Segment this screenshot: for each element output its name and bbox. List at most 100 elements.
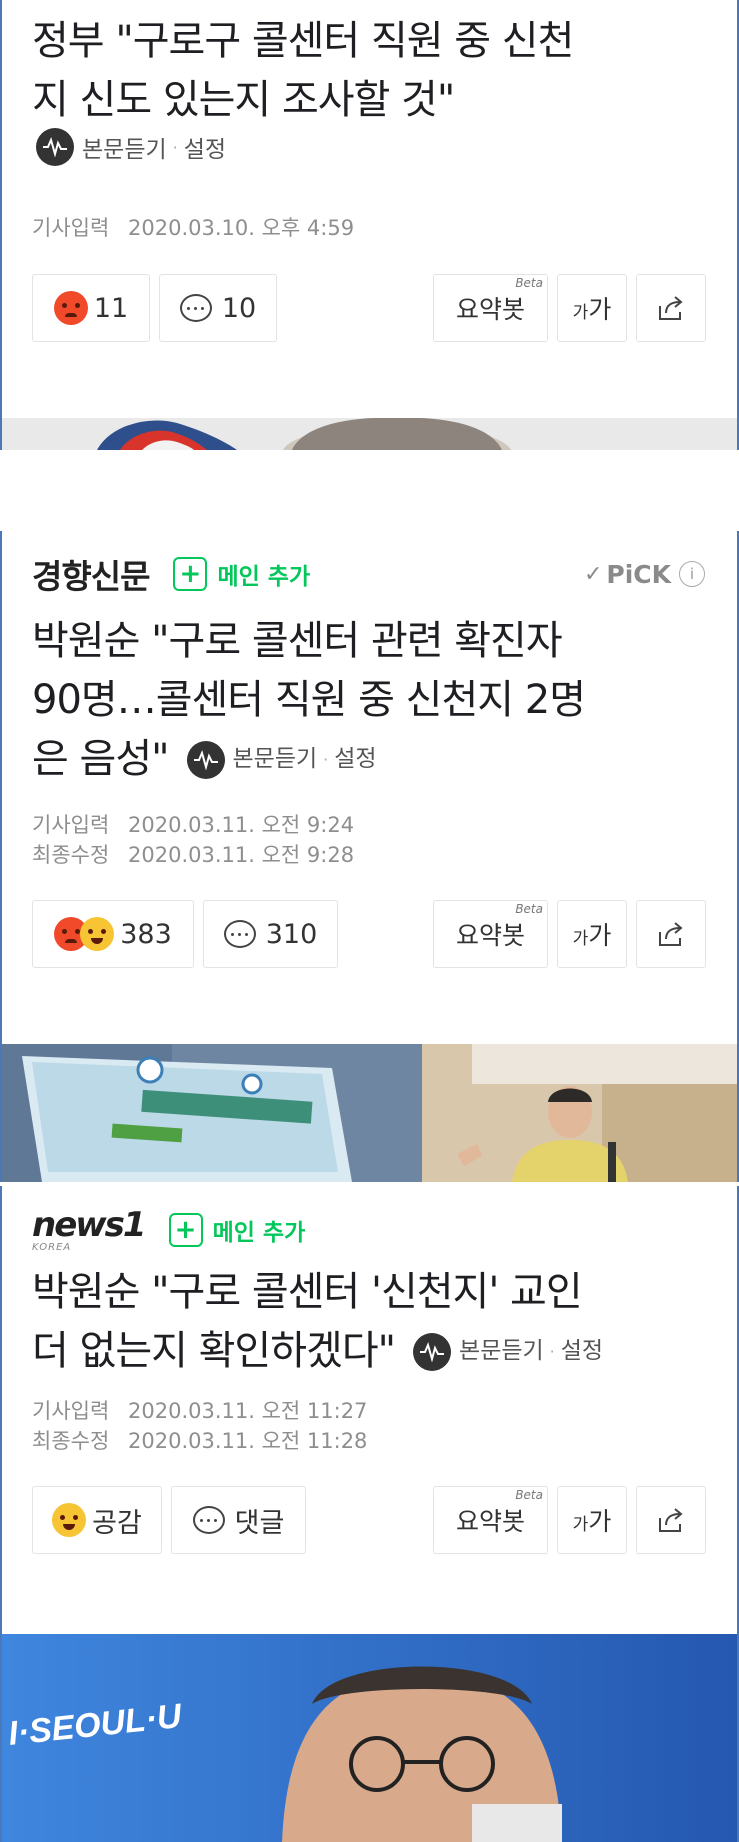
font-size-button[interactable]: 가가 [557, 900, 627, 968]
tts-icon [36, 128, 74, 166]
angry-emoji-icon [53, 291, 88, 325]
article-toolbar: 11 10 요약봇 Beta 가가 [32, 274, 706, 342]
check-icon: ✓ [583, 561, 603, 587]
font-size-button[interactable]: 가가 [557, 274, 627, 342]
subscribe-label: 메인 추가 [212, 1220, 306, 1246]
font-size-label: 가가 [572, 295, 612, 324]
headline-line: 더 없는지 확인하겠다" [32, 1328, 396, 1374]
font-size-button[interactable]: 가가 [557, 1486, 627, 1554]
article-card-3: news1 KOREA + 메인 추가 박원순 "구로 콜센터 '신천지' 교인… [0, 1186, 739, 1842]
date-label: 기사입력 [32, 216, 110, 240]
article-dates: 기사입력 2020.03.11. 오전 11:27 최종수정 2020.03.11.… [32, 1396, 367, 1456]
date-label: 최종수정 [32, 843, 110, 867]
article-card-2: 경향신문 + 메인 추가 ✓ PiCK i 박원순 "구로 콜센터 관련 확진자… [0, 531, 739, 1182]
separator-dot: · [323, 750, 329, 769]
font-size-label: 가가 [572, 921, 612, 950]
article-photo[interactable] [2, 418, 737, 450]
comment-icon [192, 1506, 225, 1534]
happy-emoji-icon [80, 917, 115, 951]
font-size-label: 가가 [572, 1507, 612, 1536]
share-icon [659, 1508, 683, 1532]
comment-label: 댓글 [234, 1507, 285, 1539]
press-logo-sub: KOREA [32, 1241, 72, 1253]
share-button[interactable] [636, 274, 706, 342]
beta-badge: Beta [515, 1488, 543, 1502]
summary-bot-button[interactable]: 요약봇 Beta [433, 274, 548, 342]
comment-button[interactable]: 310 [203, 900, 338, 968]
reaction-count: 11 [93, 292, 129, 324]
info-icon[interactable]: i [679, 561, 705, 587]
separator-dot: · [172, 137, 178, 157]
article-dates: 기사입력 2020.03.10. 오후 4:59 [32, 213, 354, 243]
summary-bot-button[interactable]: 요약봇 Beta [433, 900, 548, 968]
pick-badge: ✓ PiCK i [584, 560, 705, 589]
beta-badge: Beta [515, 902, 543, 916]
share-button[interactable] [636, 900, 706, 968]
share-icon [659, 296, 683, 320]
reaction-button[interactable]: 11 [32, 274, 150, 342]
tts-control[interactable]: 본문듣기 · 설정 [36, 128, 226, 166]
date-label: 기사입력 [32, 813, 110, 837]
comment-count: 10 [221, 292, 257, 324]
settings-link[interactable]: 설정 [561, 1322, 603, 1381]
happy-emoji-icon [52, 1503, 87, 1537]
article-toolbar: 383 310 요약봇 Beta 가가 [32, 900, 706, 968]
comment-icon [223, 920, 256, 948]
date-value: 2020.03.11. 오전 11:27 [128, 1399, 368, 1423]
reaction-button[interactable]: 383 [32, 900, 194, 968]
subscribe-button[interactable]: + 메인 추가 [168, 1213, 306, 1247]
share-icon [659, 922, 683, 946]
subscribe-button[interactable]: + 메인 추가 [173, 557, 310, 591]
pick-label: PiCK [606, 559, 671, 589]
date-value: 2020.03.11. 오전 11:28 [128, 1429, 368, 1453]
settings-link[interactable]: 설정 [334, 730, 376, 789]
headline-line: 박원순 "구로 콜센터 관련 확진자 [32, 618, 563, 664]
plus-icon: + [168, 1213, 203, 1247]
tts-label[interactable]: 본문듣기 [82, 130, 167, 164]
tts-icon [186, 740, 225, 779]
date-value: 2020.03.10. 오후 4:59 [128, 216, 355, 240]
settings-link[interactable]: 설정 [184, 130, 226, 164]
article-headline[interactable]: 박원순 "구로 콜센터 관련 확진자 90명…콜센터 직원 중 신천지 2명 은… [32, 612, 709, 789]
reaction-count: 383 [120, 918, 172, 950]
summary-label: 요약봇 Beta [455, 1488, 543, 1536]
reaction-emojis [54, 917, 115, 951]
press-header: news1 KOREA + 메인 추가 [32, 1200, 705, 1260]
tts-label[interactable]: 본문듣기 [233, 730, 318, 789]
subscribe-label: 메인 추가 [217, 564, 311, 590]
headline-line: 박원순 "구로 콜센터 '신천지' 교인 [32, 1269, 583, 1315]
tts-icon [413, 1332, 452, 1371]
summary-bot-button[interactable]: 요약봇 Beta [433, 1486, 548, 1554]
headline-line: 지 신도 있는지 조사할 것" [32, 77, 455, 123]
article-photo[interactable] [2, 1044, 737, 1182]
date-value: 2020.03.11. 오전 9:28 [128, 843, 355, 867]
article-toolbar: 공감 댓글 요약봇 Beta 가가 [32, 1486, 706, 1554]
separator-dot: · [549, 1342, 555, 1361]
plus-icon: + [173, 557, 208, 591]
comment-button[interactable]: 댓글 [171, 1486, 306, 1554]
article-dates: 기사입력 2020.03.11. 오전 9:24 최종수정 2020.03.11. … [32, 810, 354, 870]
article-card-1: 정부 "구로구 콜센터 직원 중 신천 지 신도 있는지 조사할 것" 본문듣기… [0, 0, 739, 450]
headline-line: 은 음성" [32, 736, 170, 782]
summary-label: 요약봇 Beta [455, 902, 543, 950]
press-logo-text: news1 [32, 1204, 147, 1245]
article-headline[interactable]: 정부 "구로구 콜센터 직원 중 신천 지 신도 있는지 조사할 것" [32, 12, 709, 130]
empathy-label: 공감 [92, 1507, 142, 1539]
article-photo[interactable]: I·SEOUL·U [2, 1634, 737, 1842]
share-button[interactable] [636, 1486, 706, 1554]
date-value: 2020.03.11. 오전 9:24 [128, 813, 355, 837]
comment-count: 310 [265, 918, 318, 950]
tts-label[interactable]: 본문듣기 [459, 1322, 544, 1381]
summary-label: 요약봇 Beta [455, 276, 543, 324]
comment-icon [179, 294, 212, 322]
empathy-button[interactable]: 공감 [32, 1486, 162, 1554]
press-logo[interactable]: news1 KOREA [32, 1204, 147, 1253]
comment-button[interactable]: 10 [159, 274, 277, 342]
tts-control[interactable]: 본문듣기 · 설정 [413, 1322, 603, 1381]
date-label: 기사입력 [32, 1399, 110, 1423]
article-headline[interactable]: 박원순 "구로 콜센터 '신천지' 교인 더 없는지 확인하겠다" 본문듣기 ·… [32, 1263, 709, 1381]
tts-control[interactable]: 본문듣기 · 설정 [186, 730, 377, 789]
headline-line: 정부 "구로구 콜센터 직원 중 신천 [32, 18, 574, 64]
beta-badge: Beta [515, 276, 543, 290]
press-logo[interactable]: 경향신문 [32, 550, 150, 598]
